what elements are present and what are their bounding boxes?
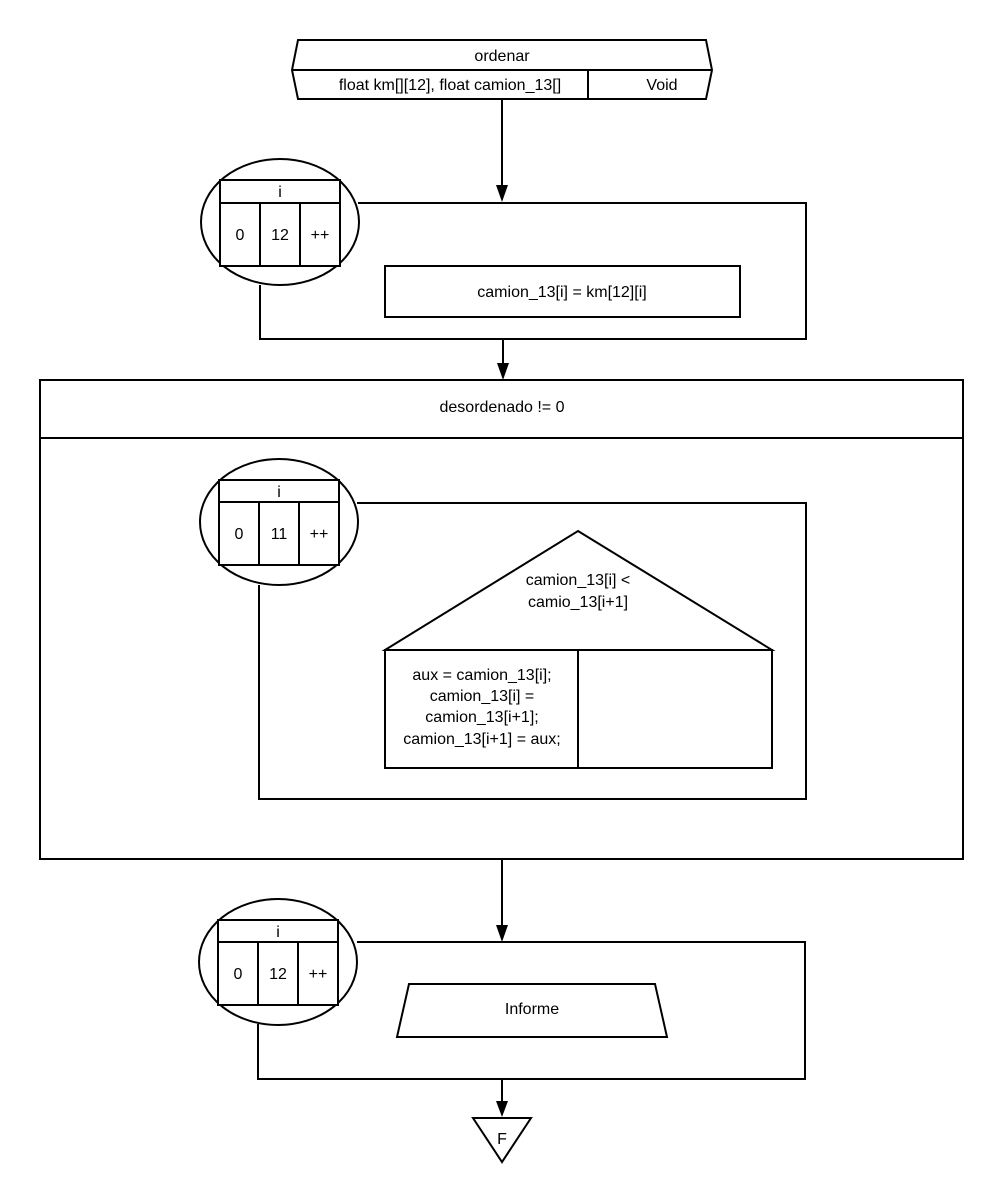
end-label: F bbox=[497, 1131, 507, 1148]
function-return-type: Void bbox=[646, 77, 677, 94]
while-block: desordenado != 0 i 0 11 ++ camion_13[i] … bbox=[39, 379, 964, 860]
while-condition: desordenado != 0 bbox=[440, 399, 565, 416]
if-condition-line1: camion_13[i] < bbox=[526, 572, 631, 589]
loop3-start: 0 bbox=[234, 966, 243, 983]
loop3-table: i 0 12 ++ bbox=[217, 919, 339, 1006]
loop1-table: i 0 12 ++ bbox=[219, 179, 341, 267]
arrow-header-to-loop1 bbox=[496, 99, 508, 202]
loop3-var: i bbox=[276, 924, 280, 941]
loop2-step: ++ bbox=[310, 526, 329, 543]
loop2-start: 0 bbox=[235, 526, 244, 543]
function-name: ordenar bbox=[474, 48, 530, 65]
loop1-step: ++ bbox=[311, 227, 330, 244]
if-true-line2: camion_13[i] = bbox=[430, 688, 535, 705]
flowchart-diagram: ordenar float km[][12], float camion_13[… bbox=[39, 39, 964, 1164]
arrow-while-to-loop3 bbox=[496, 860, 508, 942]
function-params: float km[][12], float camion_13[] bbox=[339, 77, 561, 94]
end-terminator: F bbox=[471, 1117, 533, 1164]
loop1-body-text: camion_13[i] = km[12][i] bbox=[477, 284, 646, 301]
if-true-line4: camion_13[i+1] = aux; bbox=[403, 731, 560, 748]
loop3-step: ++ bbox=[309, 966, 328, 983]
if-true-line1: aux = camion_13[i]; bbox=[412, 667, 551, 684]
loop2-var: i bbox=[277, 484, 281, 501]
loop1-end: 12 bbox=[271, 227, 289, 244]
function-header: ordenar float km[][12], float camion_13[… bbox=[290, 39, 714, 100]
arrow-loop1-to-while bbox=[497, 340, 509, 380]
if-true-line3: camion_13[i+1]; bbox=[425, 709, 538, 726]
loop3-end: 12 bbox=[269, 966, 287, 983]
loop2-table: i 0 11 ++ bbox=[218, 479, 340, 566]
loop1-var: i bbox=[278, 184, 282, 201]
arrow-loop3-to-end bbox=[496, 1080, 508, 1117]
if-condition-line2: camio_13[i+1] bbox=[528, 594, 628, 611]
output-text: Informe bbox=[505, 1001, 559, 1018]
loop1-start: 0 bbox=[236, 227, 245, 244]
loop2-end: 11 bbox=[271, 526, 288, 543]
